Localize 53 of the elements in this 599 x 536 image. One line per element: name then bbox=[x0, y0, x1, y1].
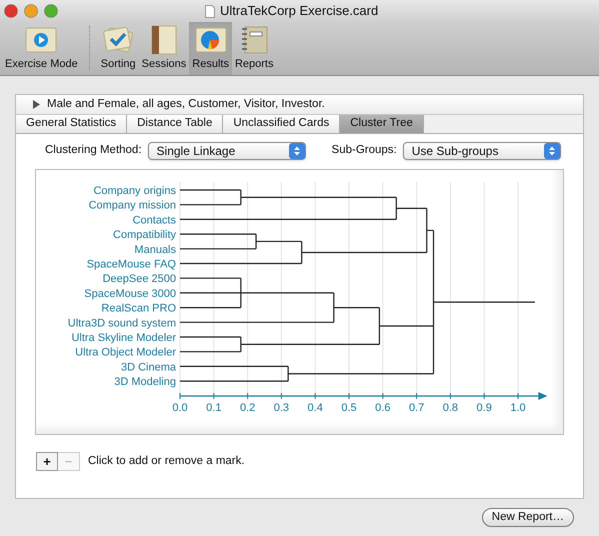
window-control-icon[interactable] bbox=[24, 4, 38, 18]
stepper-arrows-icon bbox=[544, 143, 560, 159]
tab[interactable]: Cluster Tree bbox=[340, 115, 424, 133]
axis-tick-label: 0.1 bbox=[206, 402, 222, 414]
window-title: UltraTekCorp Exercise.card bbox=[220, 2, 378, 20]
control-label: Clustering Method: bbox=[45, 143, 142, 158]
cluster-label: Ultra3D sound system bbox=[68, 317, 176, 330]
cluster-label: Contacts bbox=[132, 214, 176, 226]
stepper-arrows-icon bbox=[288, 143, 305, 159]
axis-tick-label: 0.2 bbox=[240, 402, 256, 414]
hint-text: Click to add or remove a mark. bbox=[88, 454, 245, 469]
axis-tick-label: 0.3 bbox=[274, 402, 290, 414]
play-icon bbox=[24, 25, 58, 55]
filter-summary: Male and Female, all ages, Customer, Visitor, Investor. bbox=[47, 96, 325, 112]
axis-tick-label: 0.5 bbox=[341, 402, 357, 414]
toolbar-button[interactable]: Exercise Mode bbox=[2, 21, 81, 75]
cluster-label: SpaceMouse 3000 bbox=[84, 288, 176, 300]
cluster-label: 3D Modeling bbox=[114, 376, 176, 388]
cluster-label: Company mission bbox=[88, 200, 176, 212]
axis-tick-label: 0.4 bbox=[308, 402, 323, 414]
toolbar-button[interactable]: Reports bbox=[232, 21, 276, 75]
cluster-label: Ultra Skyline Modeler bbox=[71, 332, 176, 344]
document-icon bbox=[205, 4, 215, 18]
new-report-button[interactable]: New Report… bbox=[482, 508, 574, 527]
axis-tick-label: 0.9 bbox=[476, 402, 492, 414]
cluster-label: Compatibility bbox=[113, 229, 176, 242]
axis-tick-label: 1.0 bbox=[510, 402, 526, 414]
axis-tick-label: 0.6 bbox=[375, 402, 390, 414]
dropdown[interactable]: Use Sub-groups bbox=[402, 142, 561, 160]
cluster-label: Ultra Object Modeler bbox=[75, 346, 176, 359]
axis-tick-label: 0.0 bbox=[172, 402, 188, 414]
tab[interactable]: Distance Table bbox=[127, 115, 224, 133]
axis-tick-label: 0.7 bbox=[408, 402, 424, 414]
tab[interactable]: Unclassified Cards bbox=[223, 115, 340, 133]
window-control-icon[interactable] bbox=[4, 4, 18, 18]
window-control-icon[interactable] bbox=[44, 4, 58, 18]
checkmark-cards-icon bbox=[101, 25, 136, 55]
cluster-label: Company origins bbox=[93, 185, 176, 197]
cluster-label: RealScan PRO bbox=[101, 302, 176, 315]
cluster-label: Manuals bbox=[134, 244, 176, 256]
disclosure-triangle-icon[interactable] bbox=[32, 100, 41, 109]
toolbar-button[interactable]: Sessions bbox=[138, 21, 190, 75]
cluster-label: 3D Cinema bbox=[120, 361, 176, 374]
axis-tick-label: 0.8 bbox=[442, 402, 458, 414]
toolbar-button[interactable]: Results bbox=[189, 21, 232, 75]
pie-chart-icon bbox=[194, 25, 228, 55]
cluster-label: SpaceMouse FAQ bbox=[86, 258, 176, 270]
tab[interactable]: General Statistics bbox=[16, 115, 128, 133]
control-label: Sub-Groups: bbox=[332, 143, 397, 158]
dropdown[interactable]: Single Linkage bbox=[148, 142, 306, 160]
add-button[interactable]: + bbox=[36, 452, 58, 471]
cluster-label: DeepSee 2500 bbox=[102, 273, 176, 286]
toolbar-button[interactable]: Sorting bbox=[98, 21, 139, 75]
